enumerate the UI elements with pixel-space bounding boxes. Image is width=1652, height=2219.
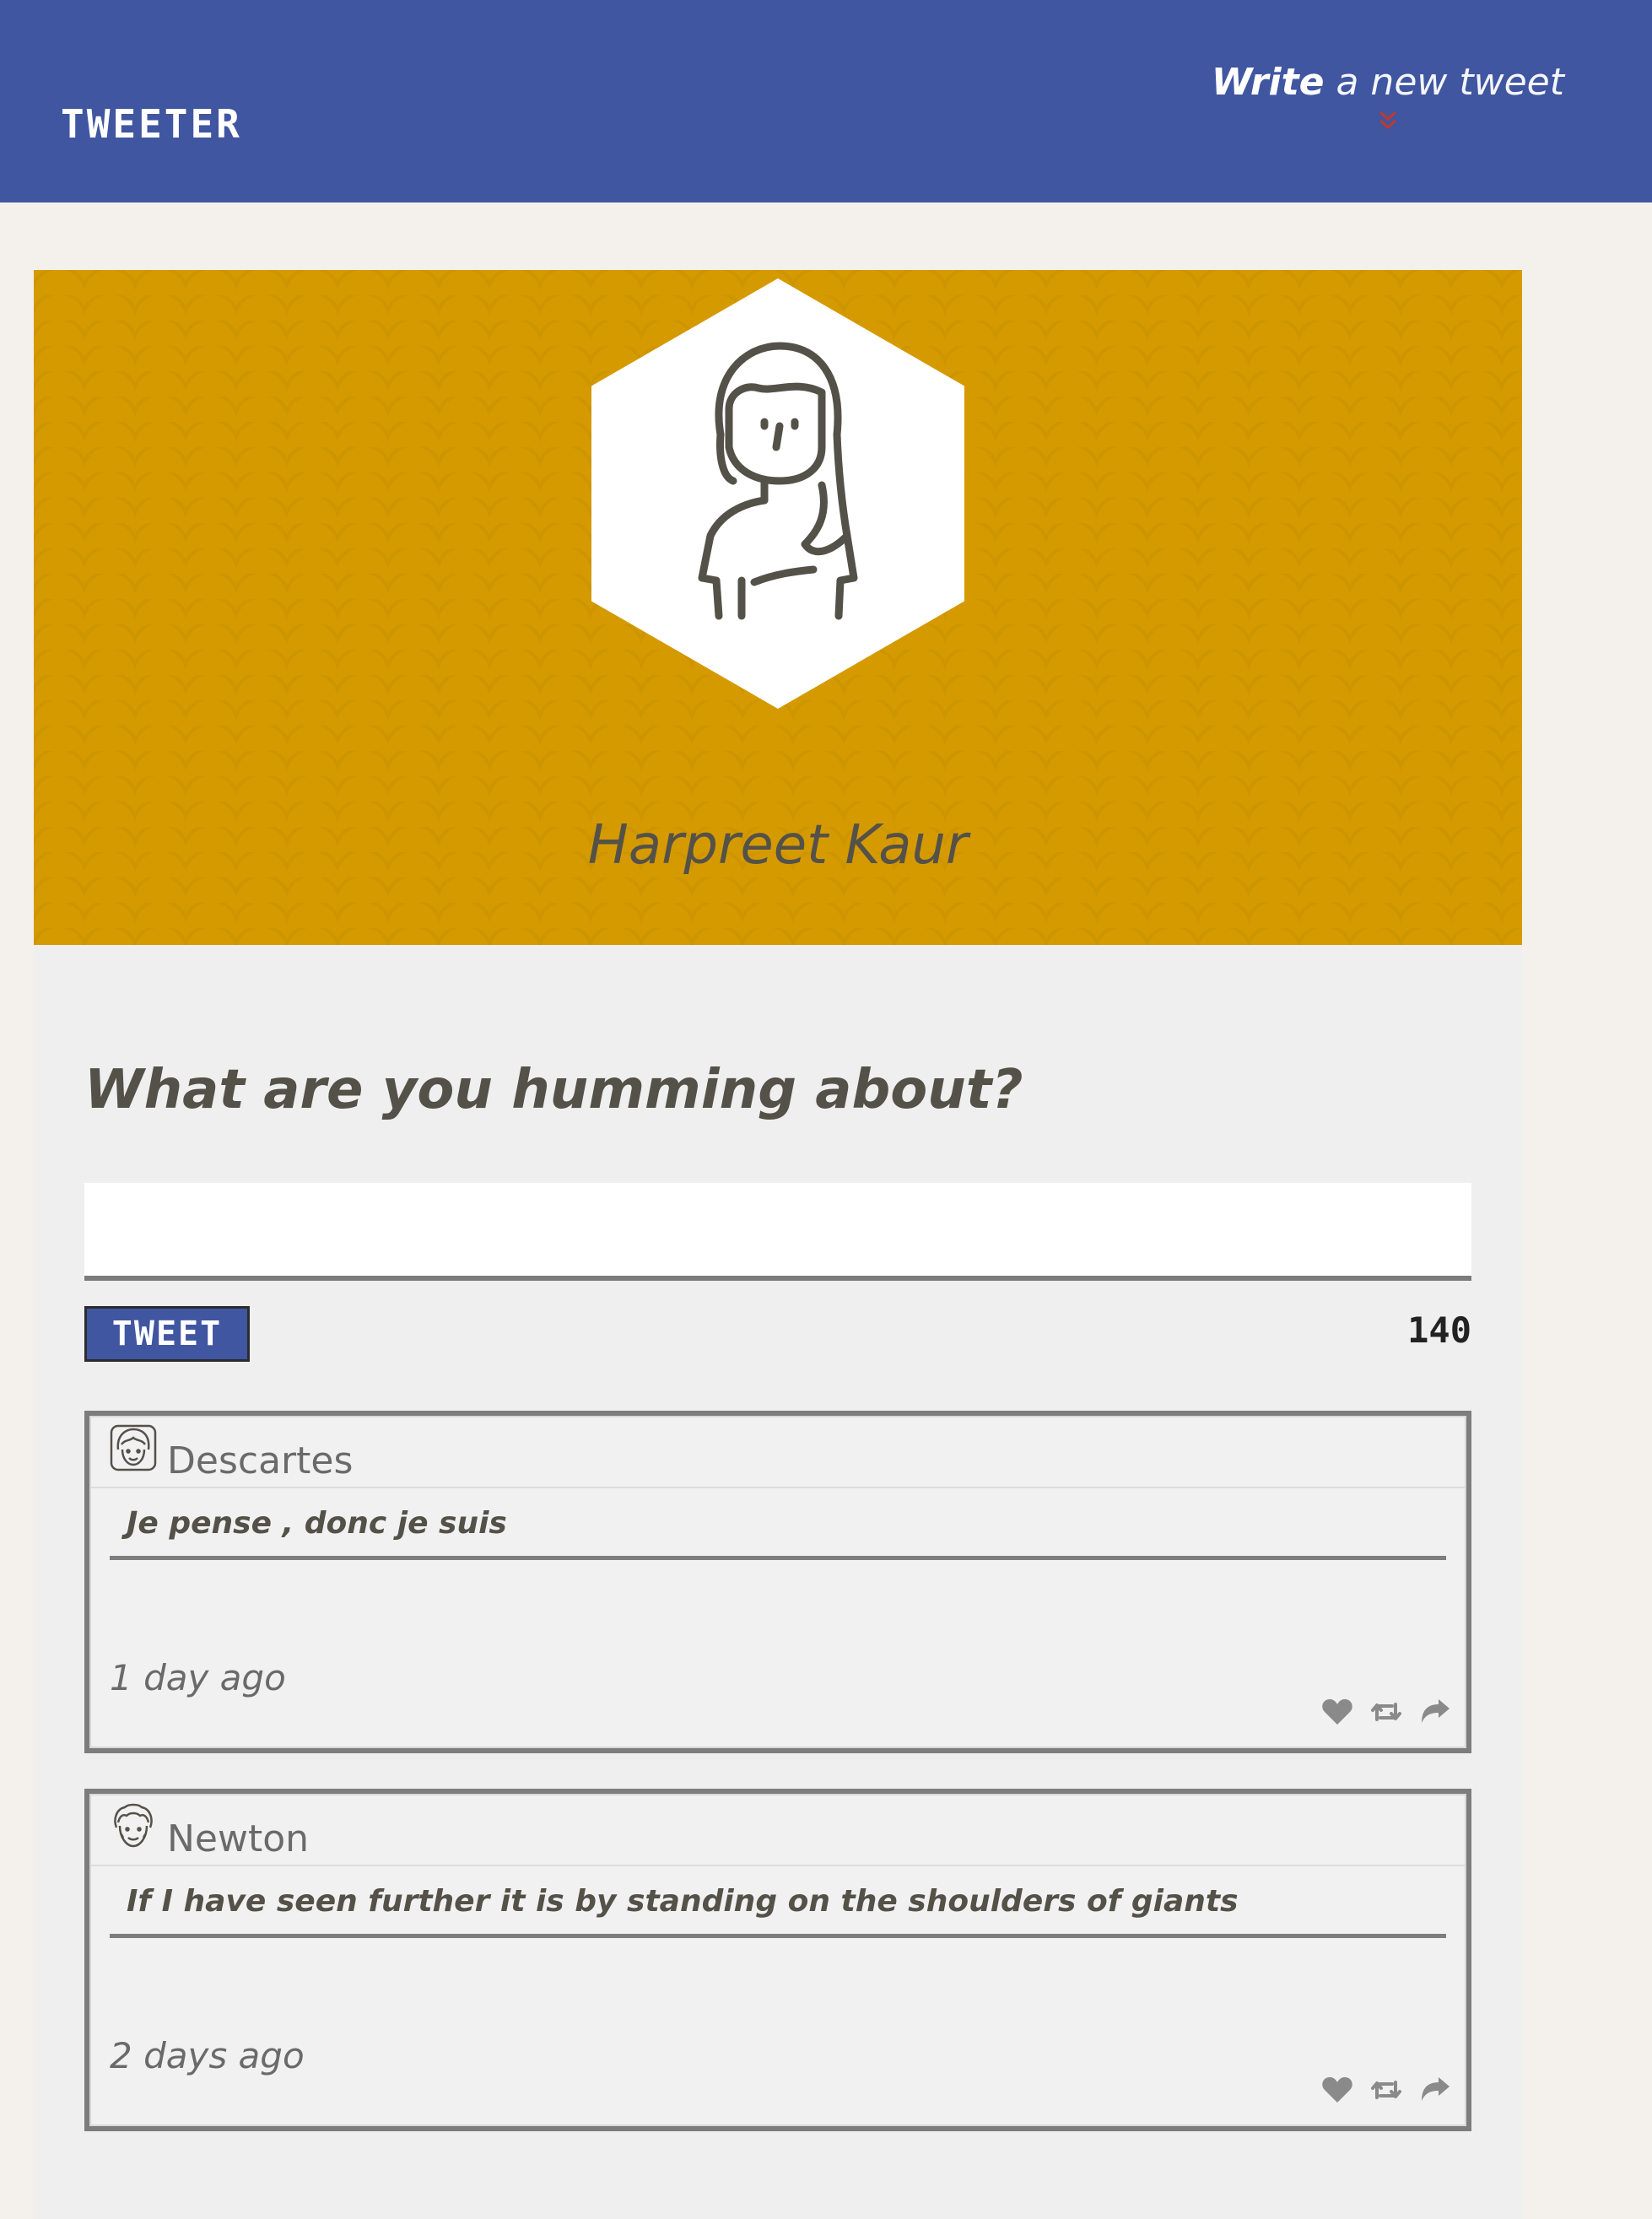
- profile-name: Harpreet Kaur: [587, 814, 969, 877]
- newton-avatar-icon: [114, 1803, 153, 1848]
- tweet-actions: [1321, 1698, 1451, 1726]
- chevron-double-down-icon[interactable]: [1375, 108, 1401, 133]
- heart-icon[interactable]: [1321, 1698, 1353, 1726]
- tweet-card: Descartes Je pense , donc je suis 1 day …: [84, 1411, 1471, 1753]
- tweet-timestamp: 2 days ago: [110, 2035, 305, 2076]
- write-new-tweet-label[interactable]: Write a new tweet: [1212, 62, 1564, 103]
- tweet-author: Descartes: [167, 1439, 354, 1482]
- compose-heading: What are you humming about?: [84, 1059, 1023, 1121]
- top-nav: TWEETER Write a new tweet: [0, 0, 1652, 202]
- descartes-avatar-icon: [110, 1424, 157, 1471]
- retweet-icon[interactable]: [1370, 1698, 1402, 1726]
- woman-avatar-icon: [698, 342, 858, 620]
- char-counter: 140: [1407, 1309, 1471, 1351]
- share-icon[interactable]: [1419, 2076, 1451, 2104]
- tweet-text-divider: [110, 1556, 1446, 1560]
- tweet-actions: [1321, 2076, 1451, 2104]
- profile-header: Harpreet Kaur: [34, 270, 1522, 945]
- profile-avatar: [591, 278, 964, 709]
- share-icon[interactable]: [1419, 1698, 1451, 1726]
- tweet-header-divider: [91, 1487, 1465, 1488]
- tweet-text-divider: [110, 1934, 1446, 1938]
- tweet-timestamp: 1 day ago: [110, 1657, 286, 1698]
- tweet-text: If I have seen further it is by standing…: [127, 1884, 1239, 1919]
- tweet-text: Je pense , donc je suis: [127, 1506, 507, 1541]
- tweet-author: Newton: [167, 1817, 310, 1860]
- tweet-button[interactable]: TWEET: [84, 1306, 250, 1362]
- main-container: Harpreet Kaur What are you humming about…: [34, 270, 1522, 2219]
- heart-icon[interactable]: [1321, 2076, 1353, 2104]
- compose-label-bold: Write: [1211, 61, 1325, 104]
- tweet-card: Newton If I have seen further it is by s…: [84, 1789, 1471, 2131]
- tweet-text-input[interactable]: [84, 1183, 1471, 1281]
- app-logo[interactable]: TWEETER: [61, 105, 242, 143]
- tweet-header-divider: [91, 1865, 1465, 1866]
- retweet-icon[interactable]: [1370, 2076, 1402, 2104]
- compose-label-rest: a new tweet: [1324, 61, 1564, 104]
- write-new-tweet-toggle[interactable]: Write a new tweet: [1212, 62, 1564, 133]
